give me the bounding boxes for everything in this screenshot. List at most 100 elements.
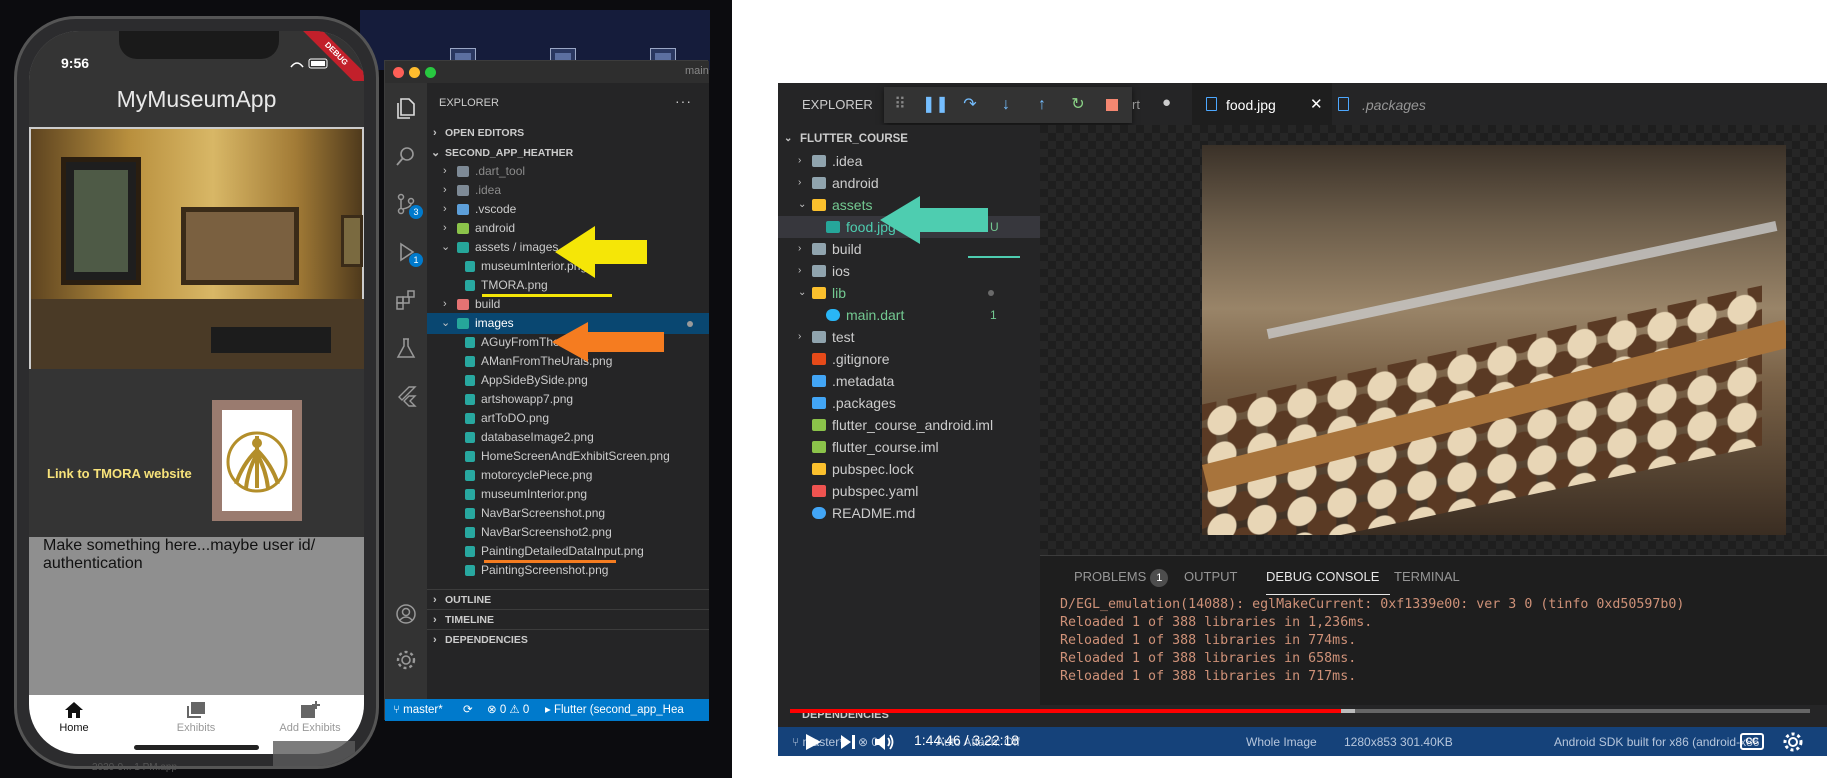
chevron-right-icon: › (443, 222, 447, 234)
tree-label: .packages (832, 395, 896, 411)
tmora-logo[interactable] (212, 400, 302, 521)
step-over-icon[interactable]: ↷ (958, 93, 982, 117)
tree-item[interactable]: main.dart 1 (778, 304, 1040, 326)
tree-file[interactable]: HomeScreenAndExhibitScreen.png (427, 446, 709, 467)
debug-console-output: D/EGL_emulation(14088): eglMakeCurrent: … (1040, 595, 1827, 695)
tree-file[interactable]: PaintingDetailedDataInput.png (427, 541, 709, 562)
folder-icon (812, 331, 826, 343)
problems-status[interactable]: ⊗ 0 ⚠ 0 (487, 699, 529, 721)
tree-item[interactable]: flutter_course_android.iml (778, 414, 1040, 436)
section-open-editors[interactable]: › OPEN EDITORS (427, 123, 709, 144)
tree-item[interactable]: › test (778, 326, 1040, 348)
close-tab-icon[interactable]: ✕ (1310, 95, 1323, 113)
tree-item[interactable]: README.md (778, 502, 1040, 524)
tree-file[interactable]: NavBarScreenshot.png (427, 503, 709, 524)
settings-gear-icon[interactable] (395, 649, 417, 671)
tree-file-tmora[interactable]: TMORA.png (427, 275, 709, 296)
yellow-underline-annotation (482, 294, 612, 297)
flutter-status[interactable]: ▸ Flutter (second_app_Hea (545, 699, 684, 721)
tree-folder-build[interactable]: › build (427, 294, 709, 315)
tree-file[interactable]: motorcyclePiece.png (427, 465, 709, 486)
restart-icon[interactable]: ↻ (1066, 93, 1090, 117)
tree-file[interactable]: AppSideBySide.png (427, 370, 709, 391)
partial-tab-label[interactable]: main (685, 65, 709, 77)
extensions-icon[interactable] (395, 289, 417, 311)
tree-folder-idea[interactable]: › .idea (427, 180, 709, 201)
link-section: Link to TMORA website (29, 369, 364, 537)
museum-interior-image (29, 127, 364, 371)
drag-handle-icon[interactable]: ⠿ (888, 93, 912, 117)
tree-label: lib (832, 285, 847, 301)
search-icon[interactable] (395, 145, 417, 167)
tmora-link[interactable]: Link to TMORA website (47, 466, 192, 481)
image-file-icon (465, 280, 475, 291)
vscode-window: main 3 1 EXPLORER ··· › OPEN EDITORS ⌄ S… (384, 60, 709, 721)
unsaved-dot-icon[interactable]: ● (1162, 94, 1171, 111)
tree-item[interactable]: .packages (778, 392, 1040, 414)
tree-item[interactable]: flutter_course.iml (778, 436, 1040, 458)
minimize-window-icon[interactable] (409, 67, 420, 78)
chevron-right-icon: › (798, 155, 802, 166)
play-icon[interactable] (804, 733, 822, 751)
more-actions-icon[interactable]: ··· (675, 93, 692, 109)
tab-food-jpg[interactable]: food.jpg ✕ (1192, 83, 1332, 125)
chevron-right-icon: › (443, 203, 447, 215)
explorer-title: EXPLORER (439, 97, 499, 109)
tree-file[interactable]: artToDO.png (427, 408, 709, 429)
tree-label: PaintingDetailedDataInput.png (481, 544, 644, 558)
tree-item[interactable]: pubspec.lock (778, 458, 1040, 480)
close-window-icon[interactable] (393, 67, 404, 78)
nav-exhibits[interactable]: Exhibits (151, 701, 241, 734)
tree-label: HomeScreenAndExhibitScreen.png (481, 449, 670, 463)
testing-flask-icon[interactable] (395, 337, 417, 359)
sync-icon[interactable]: ⟳ (463, 699, 473, 721)
account-icon[interactable] (395, 603, 417, 625)
volume-icon[interactable] (874, 732, 896, 752)
tab-output[interactable]: OUTPUT (1184, 569, 1237, 584)
step-out-icon[interactable]: ↑ (1030, 93, 1054, 117)
tree-item[interactable]: .metadata (778, 370, 1040, 392)
tree-item[interactable]: › .idea (778, 150, 1040, 172)
flutter-icon[interactable] (395, 385, 417, 407)
closed-captions-icon[interactable]: CC (1740, 733, 1764, 750)
tree-file[interactable]: databaseImage2.png (427, 427, 709, 448)
tab-terminal[interactable]: TERMINAL (1394, 569, 1460, 584)
tree-file[interactable]: artshowapp7.png (427, 389, 709, 410)
tree-item[interactable]: pubspec.yaml (778, 480, 1040, 502)
tree-folder-dart-tool[interactable]: › .dart_tool (427, 161, 709, 182)
tab-debug-console[interactable]: DEBUG CONSOLE (1266, 569, 1379, 584)
tree-item[interactable]: ⌄ lib (778, 282, 1040, 304)
next-video-icon[interactable] (840, 734, 856, 750)
files-icon[interactable] (395, 97, 417, 119)
tree-file[interactable]: NavBarScreenshot2.png (427, 522, 709, 543)
partial-tab-label[interactable]: rt (1132, 97, 1140, 112)
settings-gear-icon[interactable] (1782, 731, 1804, 753)
image-file-icon (465, 565, 475, 576)
tree-item[interactable]: .gitignore (778, 348, 1040, 370)
branch-status[interactable]: ⑂ master* (393, 699, 443, 721)
section-project[interactable]: ⌄ FLUTTER_COURSE (778, 128, 1040, 150)
section-outline[interactable]: › OUTLINE (427, 589, 709, 610)
tree-label: artshowapp7.png (481, 392, 574, 406)
editor-tab-bar: EXPLORER ⠿ ❚❚ ↷ ↓ ↑ ↻ rt ● food.jpg ✕ .p… (778, 83, 1827, 125)
tree-folder-vscode[interactable]: › .vscode (427, 199, 709, 220)
tab-packages[interactable]: .packages (1332, 83, 1482, 125)
tab-problems[interactable]: PROBLEMS 1 (1074, 569, 1169, 587)
problems-count-badge: 1 (1150, 569, 1169, 587)
tree-item[interactable]: › ios (778, 260, 1040, 282)
step-into-icon[interactable]: ↓ (994, 93, 1018, 117)
nav-home[interactable]: Home (29, 701, 119, 734)
pause-icon[interactable]: ❚❚ (922, 93, 949, 117)
iml-icon (812, 419, 826, 431)
tree-label: flutter_course_android.iml (832, 417, 994, 433)
tree-item[interactable]: › android (778, 172, 1040, 194)
nav-add-exhibits[interactable]: Add Exhibits (265, 701, 355, 734)
tree-file[interactable]: PaintingScreenshot.png (427, 560, 709, 581)
chevron-right-icon: › (433, 614, 437, 626)
maximize-window-icon[interactable] (425, 67, 436, 78)
section-timeline[interactable]: › TIMELINE (427, 609, 709, 630)
stop-icon[interactable] (1100, 93, 1124, 117)
section-dependencies[interactable]: › DEPENDENCIES (427, 629, 709, 650)
orange-underline-annotation (484, 560, 616, 563)
tree-file[interactable]: museumInterior.png (427, 484, 709, 505)
